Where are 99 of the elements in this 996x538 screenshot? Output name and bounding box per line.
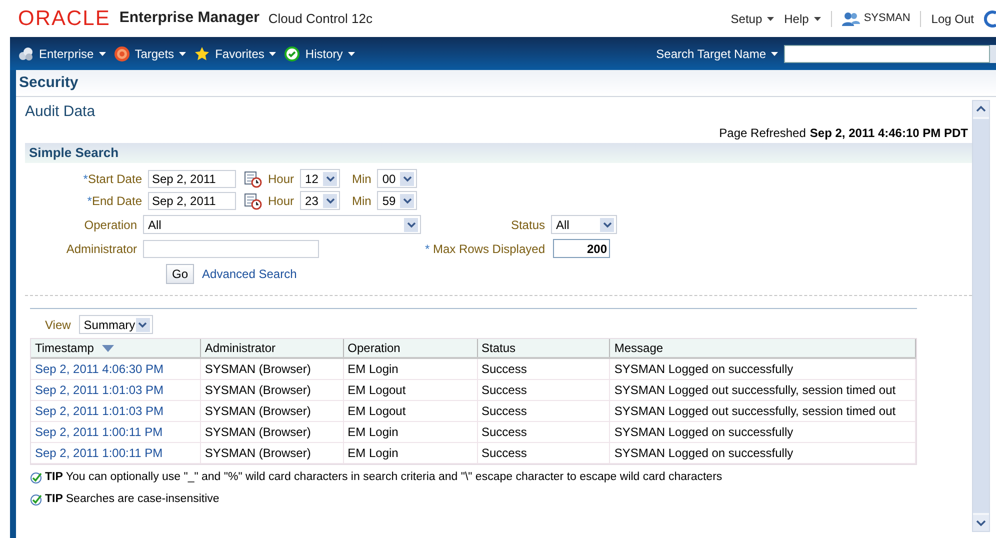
- nav-menu[interactable]: Favorites: [194, 44, 276, 62]
- min-label: Min: [352, 192, 372, 210]
- field-label: *Start Date: [83, 170, 142, 188]
- star-icon: [194, 46, 210, 62]
- table-cell-text: EM Login: [348, 424, 398, 441]
- minute-select[interactable]: 59: [377, 191, 418, 210]
- timestamp-link[interactable]: Sep 2, 2011 4:06:30 PM: [35, 360, 164, 378]
- search-button[interactable]: [990, 44, 996, 62]
- timestamp-link[interactable]: Sep 2, 2011 1:00:11 PM: [35, 444, 163, 462]
- max-rows-field[interactable]: 200: [553, 239, 610, 258]
- administrator-field[interactable]: [143, 240, 319, 258]
- table-cell-text: EM Logout: [348, 403, 406, 420]
- table-cell-text: SYSMAN Logged on successfully: [614, 361, 794, 378]
- table-cell-text: Success: [482, 403, 527, 420]
- scroll-down-icon[interactable]: [973, 515, 989, 531]
- nav-menu[interactable]: Targets: [114, 44, 186, 62]
- caret-icon: [814, 16, 821, 20]
- caret-icon: [771, 52, 778, 56]
- section-title: Audit Data: [25, 102, 96, 122]
- tip-text: Searches are case-insensitive: [66, 492, 220, 508]
- logo-icon: [984, 10, 996, 28]
- table-cell-text: Success: [482, 382, 527, 399]
- caret-icon: [98, 52, 106, 56]
- field-label: Operation: [84, 216, 137, 234]
- caret-icon: [348, 52, 355, 56]
- table-cell-text: SYSMAN (Browser): [204, 424, 311, 441]
- timestamp-link[interactable]: Sep 2, 2011 1:01:03 PM: [35, 402, 164, 420]
- date-field[interactable]: Sep 2, 2011: [148, 192, 236, 210]
- tip-label: TIP: [45, 470, 63, 485]
- table-cell-text: SYSMAN (Browser): [204, 445, 311, 462]
- username: SYSMAN: [864, 11, 910, 26]
- logout-link[interactable]: Log Out: [931, 10, 974, 28]
- search-field[interactable]: [784, 44, 990, 62]
- table-cell-text: SYSMAN (Browser): [204, 382, 311, 399]
- min-label: Min: [352, 170, 372, 188]
- field-label: Status: [510, 216, 545, 234]
- hour-select[interactable]: 12: [300, 169, 340, 188]
- page-title: Security: [19, 72, 78, 93]
- scroll-up-icon[interactable]: [973, 101, 989, 117]
- hour-label: Hour: [268, 192, 294, 210]
- refresh-time: Sep 2, 2011 4:46:10 PM PDT: [810, 125, 968, 142]
- calendar-icon[interactable]: [244, 192, 262, 210]
- table-cell-text: SYSMAN Logged on successfully: [614, 445, 794, 462]
- check-circle-icon: [284, 46, 300, 62]
- nav-menu[interactable]: Enterprise: [18, 44, 106, 62]
- product-name: Enterprise Manager: [119, 8, 260, 28]
- column-header[interactable]: Timestamp: [31, 339, 201, 357]
- logo: ORACLE: [18, 8, 110, 29]
- user-icon: [842, 12, 860, 26]
- refresh-label: Page Refreshed: [719, 125, 806, 142]
- table-cell-text: Success: [482, 445, 527, 462]
- check-icon: [30, 494, 42, 506]
- table-cell-text: SYSMAN Logged out successfully, session timed out: [614, 382, 896, 399]
- table-cell-text: EM Login: [348, 361, 398, 378]
- go-button[interactable]: Go: [166, 264, 194, 284]
- column-header[interactable]: Message: [610, 339, 916, 357]
- table-cell-text: SYSMAN Logged on successfully: [614, 424, 794, 441]
- hour-label: Hour: [268, 170, 294, 188]
- caret-icon: [269, 52, 276, 56]
- table-cell-text: EM Login: [348, 445, 398, 462]
- table-cell-text: SYSMAN (Browser): [204, 403, 311, 420]
- field-label: *End Date: [87, 192, 142, 210]
- operation-select[interactable]: All: [143, 215, 421, 234]
- sort-descending-icon: [102, 344, 114, 352]
- scroll-thumb[interactable]: [973, 119, 989, 513]
- timestamp-link[interactable]: Sep 2, 2011 1:01:03 PM: [35, 381, 164, 399]
- timestamp-link[interactable]: Sep 2, 2011 1:00:11 PM: [35, 423, 163, 441]
- menu-button[interactable]: Setup: [730, 10, 774, 28]
- date-field[interactable]: Sep 2, 2011: [148, 170, 236, 188]
- table-cell-text: SYSMAN Logged out successfully, session timed out: [614, 403, 896, 420]
- menu-button[interactable]: Help: [784, 10, 821, 28]
- section-header: Simple Search: [25, 143, 972, 163]
- view-select[interactable]: Summary: [78, 315, 153, 334]
- scrollbar[interactable]: [972, 100, 990, 532]
- status-select[interactable]: All: [551, 215, 617, 234]
- check-icon: [30, 472, 42, 484]
- column-header[interactable]: Operation: [344, 339, 478, 357]
- target-icon: [114, 46, 130, 62]
- table-cell-text: EM Logout: [348, 382, 406, 399]
- minute-select[interactable]: 00: [377, 169, 418, 188]
- calendar-icon[interactable]: [244, 170, 262, 188]
- edition-label: Cloud Control 12c: [268, 10, 372, 28]
- field-label: * Max Rows Displayed: [424, 240, 545, 258]
- search-type-menu[interactable]: Search Target Name: [656, 44, 778, 62]
- table-cell-text: SYSMAN (Browser): [204, 361, 311, 378]
- tip-text: You can optionally use "_" and "%" wild card characters in search criteria and "\" escape character to escape wild card characters: [66, 470, 722, 485]
- table-cell-text: Success: [482, 424, 527, 441]
- hour-select[interactable]: 23: [300, 191, 340, 210]
- tip-label: TIP: [45, 492, 63, 508]
- column-header[interactable]: Status: [478, 339, 610, 357]
- nav-menu[interactable]: History: [284, 44, 355, 62]
- caret-icon: [179, 52, 186, 56]
- cloud-icon: [18, 46, 34, 60]
- table-cell-text: Success: [482, 361, 527, 378]
- view-label: View: [45, 316, 71, 334]
- column-header[interactable]: Administrator: [200, 339, 344, 357]
- caret-icon: [767, 16, 774, 20]
- field-label: Administrator: [66, 240, 137, 258]
- advanced-search-link[interactable]: Advanced Search: [202, 265, 297, 283]
